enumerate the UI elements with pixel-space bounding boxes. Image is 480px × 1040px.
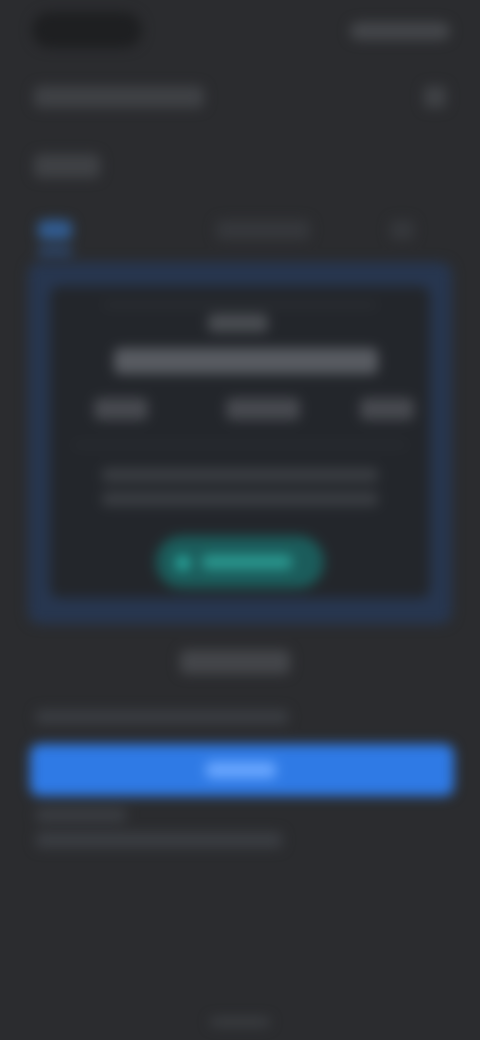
- subheader: [34, 154, 100, 178]
- card-description-2: [102, 492, 378, 506]
- card-column-2-text: [226, 398, 227, 399]
- card-description-2-text: [102, 492, 103, 493]
- status-indicators: [350, 22, 450, 40]
- card-column-1-text: [94, 398, 95, 399]
- tabs: [30, 206, 450, 254]
- card-column-2: [226, 398, 300, 420]
- card-action-button[interactable]: [156, 536, 324, 588]
- section-description: [36, 710, 288, 724]
- meta-line-2-text: [36, 832, 37, 833]
- section-description-text: [36, 710, 37, 711]
- card-action-label: [202, 555, 203, 556]
- tab-3[interactable]: [390, 220, 414, 240]
- preview-frame: [28, 262, 452, 624]
- preview-card: [50, 286, 430, 598]
- card-label-text: [208, 314, 209, 315]
- card-top-line: [104, 304, 376, 306]
- dot-icon: [176, 556, 190, 570]
- primary-button[interactable]: [30, 744, 454, 796]
- tab-2-label: [216, 220, 217, 221]
- card-column-3-text: [360, 398, 361, 399]
- section-title-text: [180, 650, 181, 651]
- header-title-text: [34, 86, 35, 87]
- subheader-text: [34, 154, 35, 155]
- settings-icon[interactable]: [424, 86, 446, 108]
- primary-button-label-bar: [206, 762, 276, 778]
- card-column-3: [360, 398, 414, 420]
- tab-1[interactable]: [38, 220, 72, 240]
- card-description-1-text: [102, 468, 103, 469]
- meta-line-1: [36, 808, 126, 822]
- card-columns: [80, 398, 414, 422]
- section-title: [180, 650, 290, 674]
- home-indicator: [210, 1018, 270, 1026]
- card-description-1: [102, 468, 378, 482]
- status-pill: [32, 12, 142, 48]
- status-bar: [0, 0, 480, 64]
- primary-button-label: [206, 762, 207, 763]
- tab-1-label: [38, 220, 39, 221]
- header-title: [34, 86, 204, 108]
- tab-2[interactable]: [216, 220, 310, 240]
- card-action-label-bar: [202, 555, 292, 569]
- tab-indicator: [38, 250, 72, 253]
- meta-line-1-text: [36, 808, 37, 809]
- card-column-1: [94, 398, 148, 420]
- card-headline-text: [114, 348, 115, 349]
- meta-line-2: [36, 832, 282, 848]
- tab-3-label: [390, 220, 391, 221]
- card-divider: [74, 444, 406, 446]
- card-label: [208, 314, 268, 332]
- card-headline: [114, 348, 378, 374]
